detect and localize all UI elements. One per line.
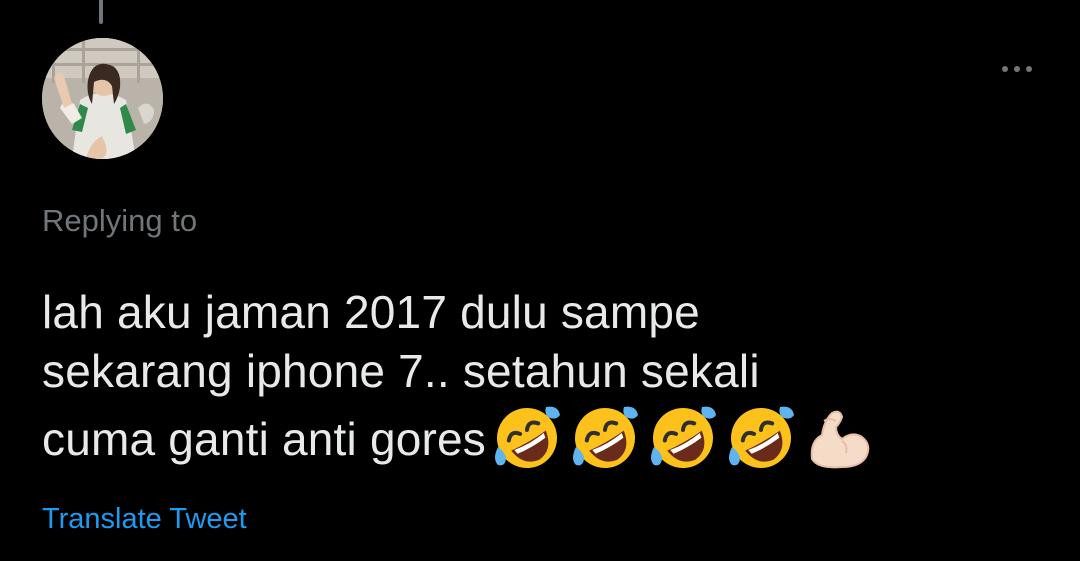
avatar[interactable] (42, 38, 163, 159)
more-options-button[interactable] (996, 58, 1038, 80)
rolling-laughing-emoji-icon (651, 406, 717, 468)
rolling-laughing-emoji-icon (573, 406, 639, 468)
rolling-laughing-emoji-icon (495, 406, 561, 468)
tweet-text-line: lah aku jaman 2017 dulu sampe (42, 286, 700, 338)
flexed-biceps-emoji-icon (810, 410, 870, 469)
rolling-laughing-emoji-icon (729, 406, 795, 468)
tweet-text-line: sekarang iphone 7.. setahun sekali (42, 345, 760, 397)
avatar-image (42, 38, 163, 159)
thread-connector-line (99, 0, 103, 24)
more-dots-icon (1002, 66, 1032, 72)
replying-to-label: Replying to (42, 203, 198, 238)
translate-tweet-link[interactable]: Translate Tweet (42, 500, 247, 538)
tweet-text-line: cuma ganti anti gores (42, 401, 1042, 475)
tweet-text: lah aku jaman 2017 dulu sampe sekarang i… (42, 283, 1042, 475)
tweet-text-segment: cuma ganti anti gores (42, 413, 487, 465)
